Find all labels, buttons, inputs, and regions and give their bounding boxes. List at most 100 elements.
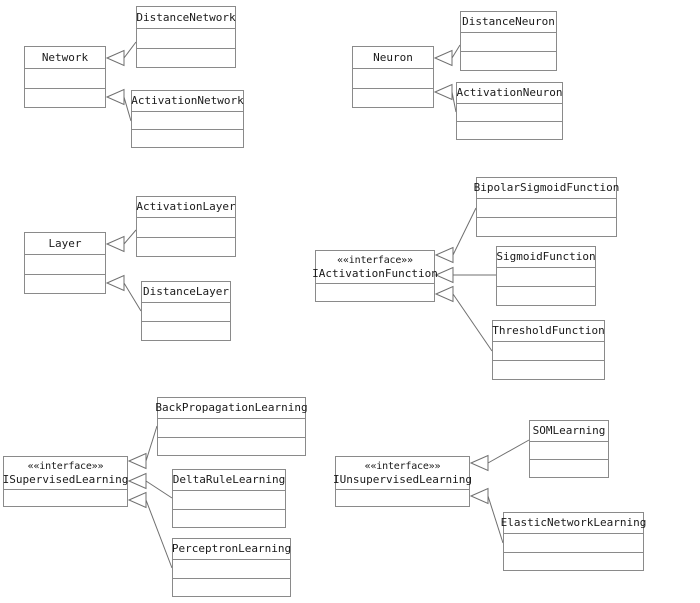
uml-class-network[interactable]: Network: [24, 46, 106, 108]
generalization-arrowhead: [433, 83, 453, 101]
generalization-line: [452, 207, 477, 256]
uml-class-isupervisedlearning[interactable]: ««interface»» ISupervisedLearning: [3, 456, 128, 507]
class-name: SigmoidFunction: [496, 250, 596, 263]
generalization-line: [452, 293, 493, 352]
generalization-line: [145, 480, 173, 499]
uml-class-distance-layer[interactable]: DistanceLayer: [141, 281, 231, 341]
class-name: ISupervisedLearning: [2, 472, 129, 486]
class-header: DistanceNeuron: [461, 12, 556, 33]
class-name: DistanceLayer: [142, 285, 230, 298]
uml-class-distance-neuron[interactable]: DistanceNeuron: [460, 11, 557, 71]
attributes-compartment: [353, 69, 433, 89]
class-header: ««interface»» IUnsupervisedLearning: [332, 457, 473, 490]
operations-compartment: [477, 218, 616, 236]
generalization-line: [487, 439, 530, 464]
uml-class-diagram: Network DistanceNetwork ActivationNetwork N…: [0, 0, 700, 603]
generalization-line: [123, 96, 132, 122]
uml-class-activation-network[interactable]: ActivationNetwork: [131, 90, 244, 148]
class-name: ElasticNetworkLearning: [500, 516, 647, 529]
generalization-arrowhead: [469, 454, 489, 472]
generalization-line: [123, 282, 142, 312]
operations-compartment: [25, 89, 105, 108]
attributes-compartment: [132, 112, 243, 130]
class-header: BipolarSigmoidFunction: [474, 178, 619, 199]
uml-class-perceptron-learning[interactable]: PerceptronLearning: [172, 538, 291, 597]
generalization-line: [145, 425, 158, 462]
uml-class-iunsupervisedlearning[interactable]: ««interface»» IUnsupervisedLearning: [332, 456, 473, 507]
attributes-compartment: [25, 255, 105, 275]
uml-class-bipolar-sigmoid-function[interactable]: BipolarSigmoidFunction: [474, 177, 619, 237]
class-header: BackPropagationLearning: [155, 398, 308, 419]
class-name: BackPropagationLearning: [155, 401, 308, 414]
class-name: IUnsupervisedLearning: [332, 472, 473, 486]
attributes-compartment: [25, 69, 105, 89]
generalization-arrowhead: [127, 452, 147, 470]
class-header: Layer: [25, 233, 105, 255]
attributes-compartment: [142, 303, 230, 322]
operations-compartment: [25, 275, 105, 294]
generalization-arrowhead: [433, 49, 453, 67]
attributes-compartment: [316, 284, 434, 301]
operations-compartment: [132, 130, 243, 147]
generalization-arrowhead: [105, 274, 125, 292]
operations-compartment: [142, 322, 230, 340]
class-header: DistanceLayer: [142, 282, 230, 303]
class-name: DistanceNeuron: [462, 15, 555, 28]
class-stereotype: ««interface»»: [337, 254, 413, 266]
generalization-line: [451, 44, 461, 59]
attributes-compartment: [158, 419, 305, 438]
uml-class-iactivationfunction[interactable]: ««interface»» IActivationFunction: [312, 250, 438, 302]
uml-class-backpropagation-learning[interactable]: BackPropagationLearning: [155, 397, 308, 456]
class-header: SOMLearning: [530, 421, 608, 442]
uml-class-som-learning[interactable]: SOMLearning: [529, 420, 609, 478]
operations-compartment: [530, 460, 608, 477]
class-name: Network: [41, 50, 89, 64]
attributes-compartment: [137, 29, 235, 49]
class-header: Neuron: [353, 47, 433, 69]
class-name: BipolarSigmoidFunction: [473, 181, 620, 194]
attributes-compartment: [336, 490, 469, 506]
generalization-arrowhead: [434, 266, 454, 284]
class-header: ««interface»» ISupervisedLearning: [2, 457, 129, 490]
operations-compartment: [461, 52, 556, 70]
operations-compartment: [504, 553, 643, 571]
generalization-line: [145, 499, 173, 569]
generalization-arrowhead: [105, 49, 125, 67]
class-header: Network: [25, 47, 105, 69]
operations-compartment: [173, 510, 285, 528]
uml-class-deltarule-learning[interactable]: DeltaRuleLearning: [172, 469, 286, 528]
attributes-compartment: [493, 342, 604, 361]
uml-class-distance-network[interactable]: DistanceNetwork: [136, 6, 236, 68]
uml-class-sigmoid-function[interactable]: SigmoidFunction: [496, 246, 596, 306]
operations-compartment: [158, 438, 305, 456]
operations-compartment: [137, 238, 235, 257]
uml-class-neuron[interactable]: Neuron: [352, 46, 434, 108]
class-header: DistanceNetwork: [136, 7, 236, 29]
generalization-arrowhead: [105, 235, 125, 253]
generalization-arrowhead: [469, 487, 489, 505]
attributes-compartment: [457, 104, 562, 122]
operations-compartment: [353, 89, 433, 108]
class-stereotype: ««interface»»: [364, 460, 441, 472]
generalization-line: [123, 41, 137, 59]
attributes-compartment: [173, 491, 285, 510]
class-name: ActivationLayer: [136, 200, 236, 213]
attributes-compartment: [504, 534, 643, 553]
class-header: ThresholdFunction: [492, 321, 605, 342]
operations-compartment: [173, 579, 290, 597]
class-name: ThresholdFunction: [492, 324, 605, 337]
uml-class-layer[interactable]: Layer: [24, 232, 106, 294]
uml-class-activation-neuron[interactable]: ActivationNeuron: [456, 82, 563, 140]
class-name: Neuron: [373, 50, 413, 64]
uml-class-threshold-function[interactable]: ThresholdFunction: [492, 320, 605, 380]
uml-class-activation-layer[interactable]: ActivationLayer: [136, 196, 236, 257]
attributes-compartment: [477, 199, 616, 218]
class-name: PerceptronLearning: [171, 542, 292, 555]
generalization-arrowhead: [105, 88, 125, 106]
attributes-compartment: [173, 560, 290, 579]
attributes-compartment: [4, 490, 127, 506]
generalization-arrowhead: [127, 491, 147, 509]
class-name: IActivationFunction: [312, 266, 438, 280]
uml-class-elastic-network-learning[interactable]: ElasticNetworkLearning: [500, 512, 647, 571]
class-name: DistanceNetwork: [136, 10, 236, 24]
